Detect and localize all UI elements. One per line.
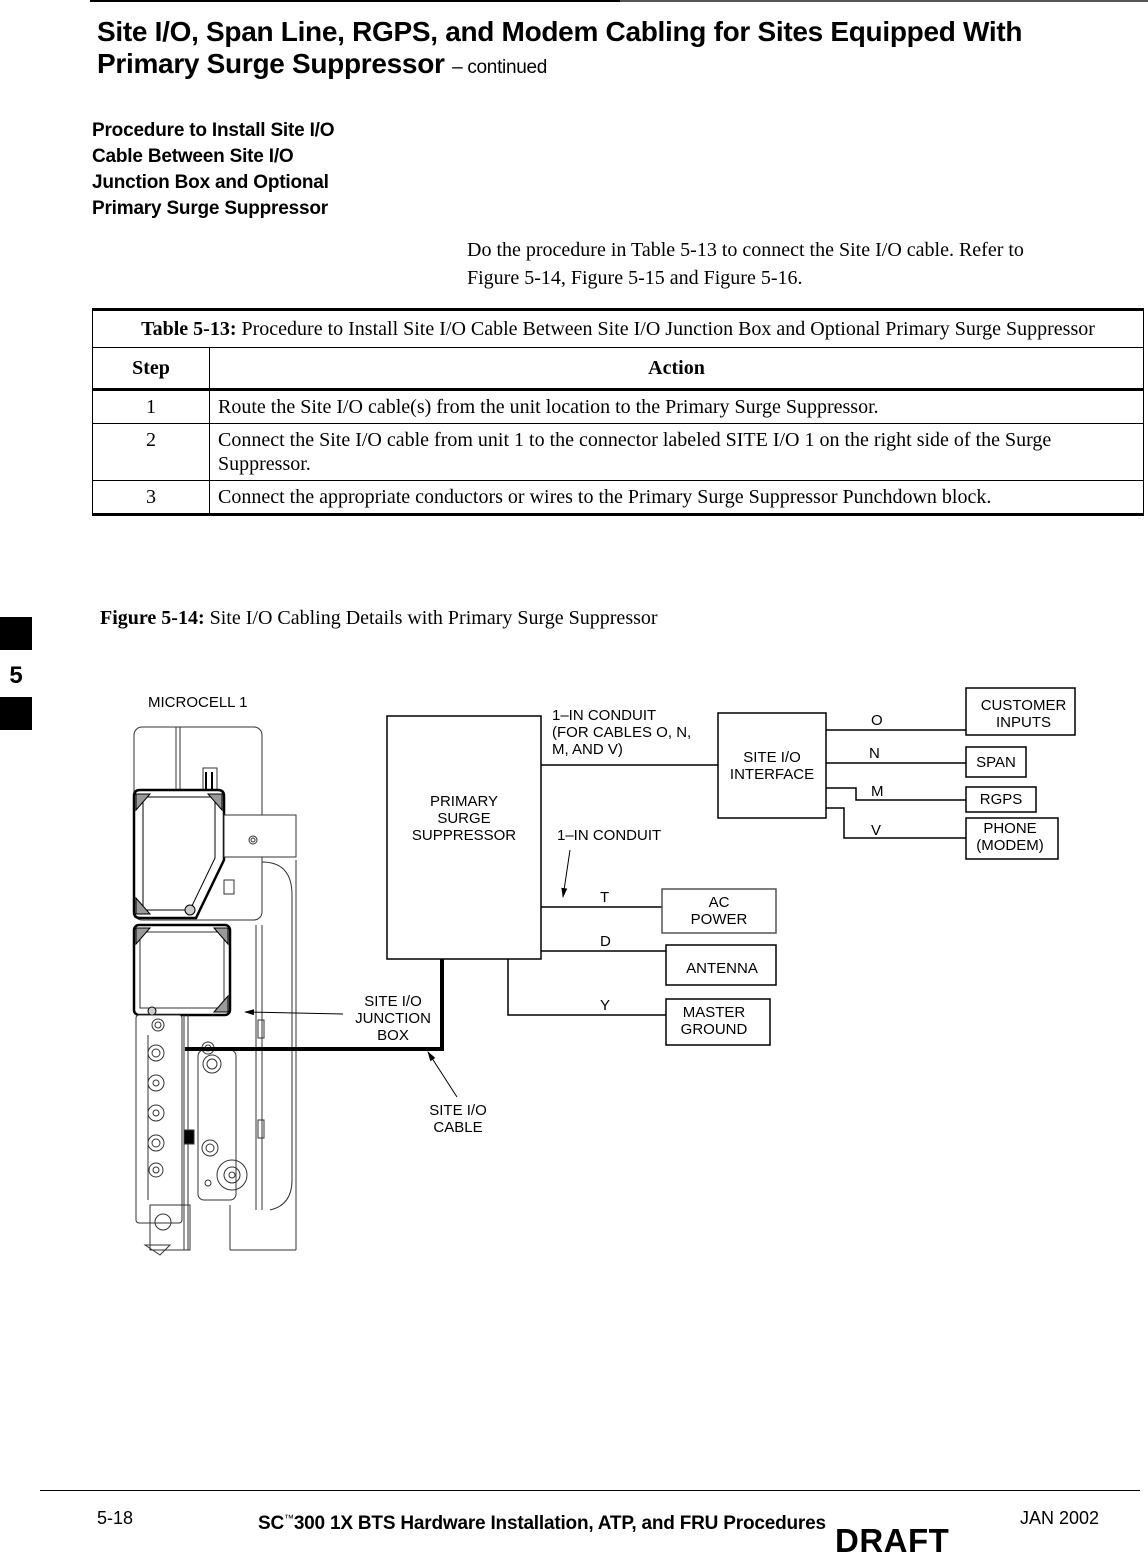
label-line: AC (708, 894, 730, 911)
page-title-line1: Site I/O, Span Line, RGPS, and Modem Cab… (97, 16, 1023, 47)
procedure-table: Table 5-13: Procedure to Install Site I/… (92, 308, 1144, 516)
figure-caption-label: Figure 5-14: (100, 607, 205, 629)
microcell-label: MICROCELL 1 (148, 694, 248, 711)
page-title-line2: Primary Surge Suppressor (97, 48, 445, 79)
label-line: SUPPRESSOR (411, 827, 517, 844)
continued-label: – continued (452, 57, 548, 78)
antenna-label: ANTENNA (686, 960, 758, 977)
footer-title: SC™300 1X BTS Hardware Installation, ATP… (258, 1513, 826, 1535)
customer-inputs-label: CUSTOMER INPUTS (966, 697, 1081, 731)
wire-y (507, 959, 666, 1016)
label-line: SITE I/O (364, 993, 422, 1010)
section-heading-line: Cable Between Site I/O (92, 146, 294, 167)
label-line: (MODEM) (976, 837, 1044, 854)
wire-label-n: N (869, 745, 880, 762)
footer-title-rest: 300 1X BTS Hardware Installation, ATP, a… (293, 1513, 826, 1534)
label-line: MASTER (682, 1004, 746, 1021)
trademark-symbol: ™ (284, 1513, 294, 1525)
wire-v (826, 807, 966, 839)
draft-watermark: DRAFT (835, 1522, 950, 1559)
step-action: Connect the Site I/O cable from unit 1 t… (209, 423, 1144, 481)
label-line: PRIMARY (429, 793, 499, 810)
span-label: SPAN (976, 754, 1016, 771)
label-line: PHONE (983, 820, 1037, 837)
master-ground-label: MASTER GROUND (670, 1004, 758, 1038)
page-number: 5-18 (97, 1508, 134, 1528)
step-number: 1 (92, 389, 210, 424)
step-action: Route the Site I/O cable(s) from the uni… (209, 389, 1144, 424)
table-row: 2 Connect the Site I/O cable from unit 1… (92, 423, 1144, 481)
intro-line: Figure 5-14, Figure 5-15 and Figure 5-16… (467, 267, 803, 289)
microcell-unit-drawing (132, 726, 297, 1256)
junction-box-arrow (244, 1009, 344, 1016)
chapter-tab-marker-top (0, 617, 32, 650)
wire-label-m: M (871, 783, 884, 800)
phone-modem-label: PHONE (MODEM) (962, 820, 1058, 854)
wire-label-o: O (871, 712, 883, 729)
label-line: (FOR CABLES O, N, (552, 724, 692, 741)
wire-label-y: Y (600, 997, 611, 1014)
label-line: M, AND V) (552, 741, 623, 758)
column-header-step: Step (92, 347, 210, 391)
label-line: INPUTS (995, 714, 1051, 731)
label-line: GROUND (680, 1021, 748, 1038)
label-line: JUNCTION (355, 1010, 431, 1027)
figure-caption-text: Site I/O Cabling Details with Primary Su… (204, 607, 658, 629)
wire-label-d: D (600, 933, 611, 950)
label-line: CABLE (433, 1119, 483, 1136)
label-line: POWER (690, 911, 748, 928)
step-action: Connect the appropriate conductors or wi… (209, 480, 1144, 516)
section-heading: Procedure to Install Site I/O Cable Betw… (92, 118, 412, 222)
top-rule-gray (620, 0, 1148, 2)
chapter-tab-marker-bottom (0, 697, 32, 730)
cabling-diagram (132, 687, 1076, 1256)
rgps-label: RGPS (979, 791, 1023, 808)
suppressor-label: PRIMARY SURGE SUPPRESSOR (387, 793, 541, 844)
figure-caption: Figure 5-14: Site I/O Cabling Details wi… (100, 607, 658, 630)
footer-title-prefix: SC (258, 1513, 284, 1534)
cable-arrow (427, 1051, 458, 1098)
label-line: CUSTOMER (980, 697, 1067, 714)
step-number: 2 (92, 423, 210, 481)
column-header-action: Action (209, 347, 1144, 391)
label-line: SURGE (437, 810, 491, 827)
section-heading-line: Junction Box and Optional (92, 172, 329, 193)
step-number: 3 (92, 480, 210, 516)
table-caption-text: Procedure to Install Site I/O Cable Betw… (236, 318, 1095, 340)
ac-power-label: AC POWER (662, 894, 776, 928)
footer-date: JAN 2002 (1020, 1508, 1100, 1528)
intro-line: Do the procedure in Table 5-13 to connec… (467, 239, 1024, 261)
conduit-mid-label: 1–IN CONDUIT (557, 827, 662, 844)
table-row: 1 Route the Site I/O cable(s) from the u… (92, 389, 1144, 424)
wire-label-t: T (600, 889, 610, 906)
conduit-arrow (561, 849, 571, 898)
interface-label: SITE I/O INTERFACE (718, 749, 826, 783)
footer-rule (40, 1490, 1140, 1491)
table-caption: Table 5-13: Procedure to Install Site I/… (92, 308, 1144, 348)
wire-m (826, 787, 966, 801)
conduit-top-label: 1–IN CONDUIT (FOR CABLES O, N, M, AND V) (552, 707, 691, 758)
intro-paragraph: Do the procedure in Table 5-13 to connec… (467, 236, 1127, 292)
label-line: INTERFACE (729, 766, 815, 783)
label-line: BOX (377, 1027, 409, 1044)
junction-box-label: SITE I/O JUNCTION BOX (346, 993, 440, 1044)
section-heading-line: Primary Surge Suppressor (92, 198, 328, 219)
table-caption-label: Table 5-13: (141, 318, 237, 340)
label-line: 1–IN CONDUIT (552, 707, 657, 724)
site-io-cable-label: SITE I/O CABLE (418, 1102, 498, 1136)
page-title: Site I/O, Span Line, RGPS, and Modem Cab… (97, 16, 1137, 84)
label-line: SITE I/O (743, 749, 801, 766)
section-heading-line: Procedure to Install Site I/O (92, 120, 335, 141)
chapter-tab-number: 5 (9, 662, 23, 689)
wire-label-v: V (871, 822, 882, 839)
table-row: 3 Connect the appropriate conductors or … (92, 480, 1144, 516)
label-line: SITE I/O (429, 1102, 487, 1119)
